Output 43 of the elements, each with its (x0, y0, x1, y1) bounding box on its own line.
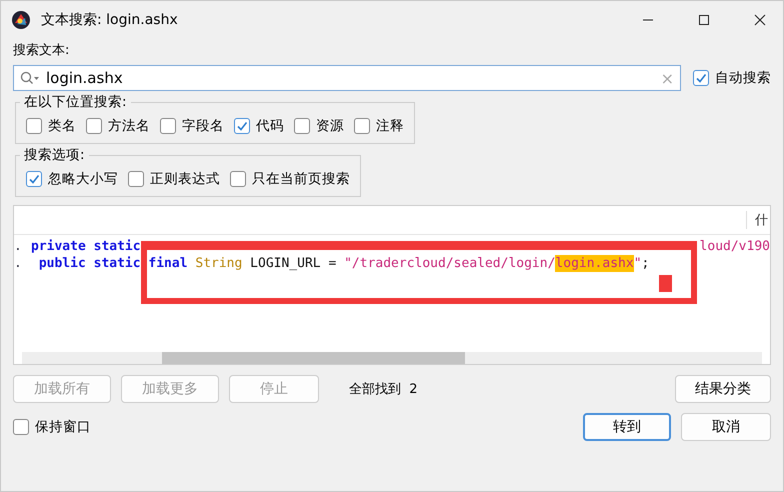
annotation-marker (659, 275, 672, 292)
checkbox-label: 字段名 (182, 117, 224, 135)
scrollbar[interactable] (22, 352, 762, 364)
checkbox[interactable] (234, 118, 250, 134)
checkbox[interactable] (294, 118, 310, 134)
close-icon[interactable] (754, 14, 766, 26)
result-row[interactable]: . private static loud/v190 (14, 238, 770, 255)
checkbox-label: 正则表达式 (150, 170, 220, 188)
checkbox[interactable] (128, 171, 144, 187)
checkbox-label: 代码 (256, 117, 284, 135)
check-icon (236, 120, 248, 132)
checkbox-label: 保持窗口 (35, 418, 91, 436)
checkbox[interactable] (86, 118, 102, 134)
result-row[interactable]: . public static final String LOGIN_URL = "/tradercloud/sealed/login/login.ashx"; (14, 255, 770, 272)
checkbox-label: 方法名 (108, 117, 150, 135)
checkbox[interactable] (230, 171, 246, 187)
checkbox[interactable] (160, 118, 176, 134)
checkbox[interactable] (26, 171, 42, 187)
checkbox-label: 忽略大小写 (48, 170, 118, 188)
search-icon (20, 71, 40, 85)
app-logo-icon (11, 10, 31, 30)
group-title: 搜索选项: (23, 146, 86, 164)
column-header[interactable]: 什 (746, 211, 768, 229)
checkbox-label: 资源 (316, 117, 344, 135)
search-label: 搜索文本: (13, 42, 70, 59)
checkbox-label: 自动搜索 (715, 69, 771, 87)
classify-button[interactable]: 结果分类 (675, 375, 771, 403)
checkbox-label: 注释 (376, 117, 404, 135)
found-count: 全部找到 2 (349, 381, 419, 398)
checkbox[interactable] (26, 118, 42, 134)
checkbox-label: 类名 (48, 117, 76, 135)
goto-button[interactable]: 转到 (583, 413, 671, 441)
checkbox[interactable] (13, 419, 29, 435)
checkbox[interactable] (354, 118, 370, 134)
checkbox[interactable] (693, 70, 709, 86)
checkbox-label: 只在当前页搜索 (252, 170, 350, 188)
check-icon (695, 72, 707, 84)
check-icon (28, 173, 40, 185)
group-title: 在以下位置搜索: (23, 93, 128, 111)
search-field[interactable]: login.ashx × (13, 65, 681, 91)
cancel-button[interactable]: 取消 (681, 413, 771, 441)
window-title: 文本搜索: login.ashx (41, 11, 179, 29)
maximize-icon[interactable] (698, 14, 710, 26)
